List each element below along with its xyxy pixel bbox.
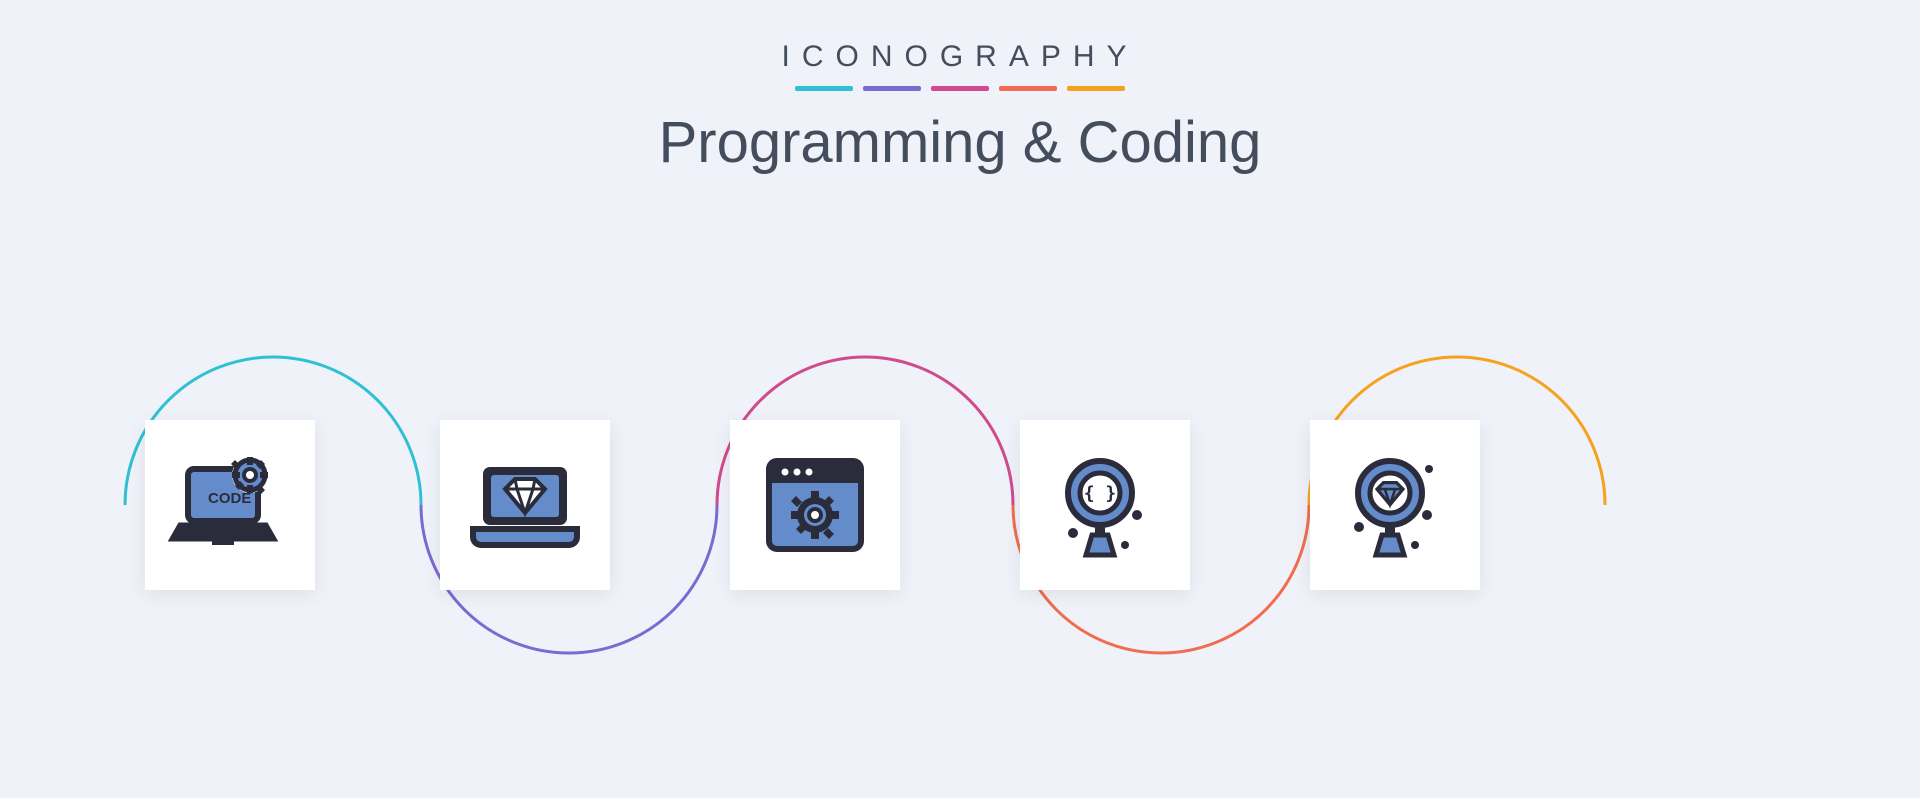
small-title: ICONOGRAPHY [0,40,1920,74]
big-title: Programming & Coding [0,109,1920,176]
browser-gear-icon [730,420,900,590]
underline-orange [999,86,1057,91]
code-label: CODE [208,490,251,507]
laptop-diamond-icon [440,420,610,590]
underline-cyan [795,86,853,91]
underline-pink [931,86,989,91]
palette-underlines [0,86,1920,91]
svg-text:{ }: { } [1084,483,1117,504]
underline-purple [863,86,921,91]
laptop-code-gear-icon: CODE [145,420,315,590]
magnifier-diamond-icon [1310,420,1480,590]
underline-amber [1067,86,1125,91]
header: ICONOGRAPHY Programming & Coding [0,40,1920,176]
magnifier-code-icon: { } [1020,420,1190,590]
